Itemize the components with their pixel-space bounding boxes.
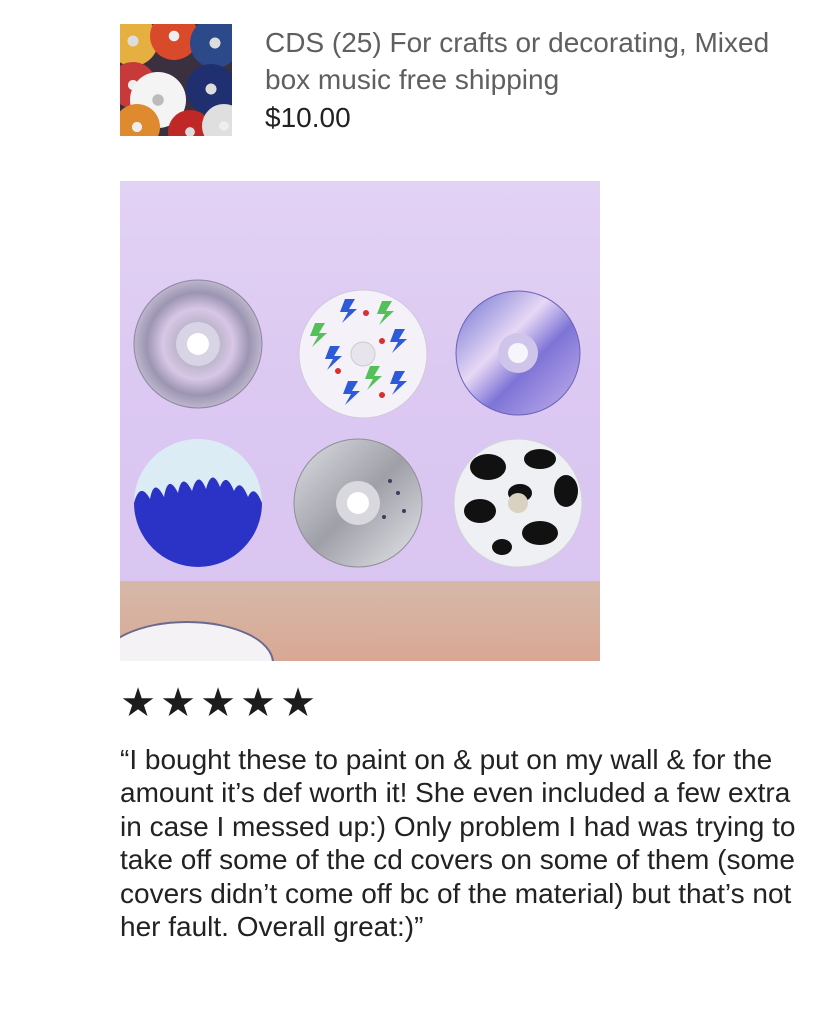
star-icon: ★ <box>160 681 196 725</box>
review-photo[interactable] <box>120 181 600 661</box>
cd-cow-print <box>453 438 583 568</box>
listing-price: $10.00 <box>265 102 351 133</box>
cd-thumb-3 <box>190 24 232 68</box>
review-text: “I bought these to paint on & put on my … <box>120 744 796 943</box>
cd-glitter-silver <box>293 438 423 568</box>
cd-blue-flames <box>134 439 262 567</box>
cd-holographic <box>455 290 581 416</box>
star-icon: ★ <box>120 681 156 725</box>
listing-title[interactable]: CDS (25) For crafts or decorating, Mixed… <box>265 24 785 98</box>
listing-card[interactable]: CDS (25) For crafts or decorating, Mixed… <box>120 24 769 136</box>
cd-plain-silver <box>133 279 263 409</box>
star-icon: ★ <box>280 681 316 725</box>
star-icon: ★ <box>240 681 276 725</box>
star-rating: ★ ★ ★ ★ ★ <box>118 683 318 723</box>
listing-thumbnail[interactable] <box>120 24 232 136</box>
listing-info: CDS (25) For crafts or decorating, Mixed… <box>265 24 785 136</box>
cd-lightning-bolts <box>298 289 428 419</box>
star-icon: ★ <box>200 681 236 725</box>
